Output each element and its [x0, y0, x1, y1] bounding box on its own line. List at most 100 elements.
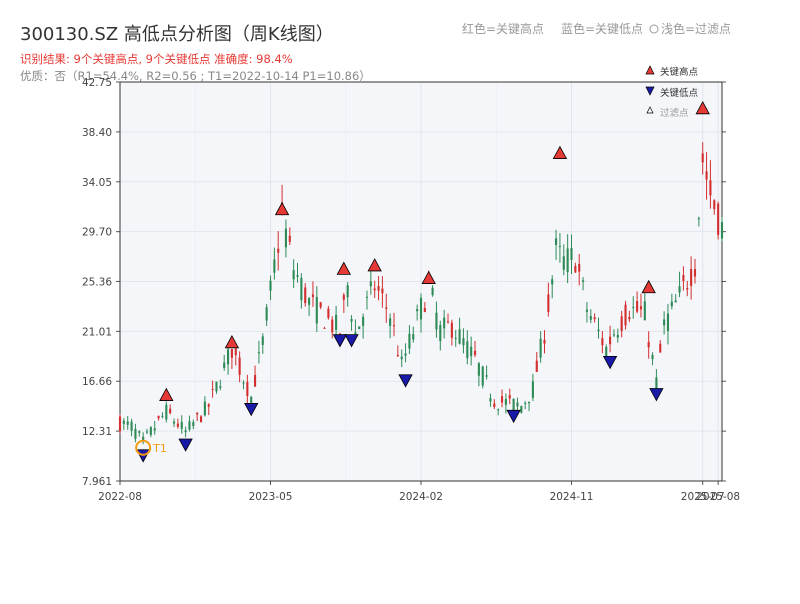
candle-body [142, 436, 145, 441]
x-tick-label: 2024-11 [550, 491, 594, 503]
candle-body [365, 296, 369, 298]
candle-body [223, 362, 226, 369]
candle-body [582, 280, 585, 282]
candle-up [118, 414, 122, 433]
candle-body [609, 336, 612, 345]
candle-up [624, 300, 627, 330]
candle-body [296, 275, 299, 277]
y-tick-label: 7.961 [82, 476, 112, 488]
candle-body [400, 356, 403, 360]
candle-body [396, 354, 399, 356]
candle-body [535, 360, 538, 372]
candle-body [165, 404, 168, 420]
candle-body [489, 398, 492, 402]
candle-body [500, 396, 504, 403]
candle-body [358, 326, 361, 330]
candle-body [238, 357, 241, 375]
candle-body [605, 346, 608, 357]
candle-body [277, 248, 280, 253]
candle-body [443, 317, 446, 329]
candle-body [643, 301, 646, 321]
candle-body [315, 296, 318, 324]
candle-body [346, 285, 349, 298]
candle-body [234, 348, 237, 356]
x-tick-label: 2022-08 [98, 491, 142, 503]
candle-body [304, 287, 307, 304]
candle-body [265, 307, 268, 321]
candle-body [153, 428, 156, 431]
candle-body [126, 421, 129, 425]
candle-body [481, 366, 484, 386]
candle-body [412, 334, 415, 340]
candle-body [717, 203, 720, 235]
candle-body [389, 318, 392, 326]
candle-body [157, 415, 160, 419]
candle-body [524, 402, 527, 404]
candle-body [693, 269, 697, 277]
candle-body [354, 332, 357, 335]
candle-body [589, 316, 592, 320]
candle-body [578, 264, 581, 272]
candle-body [682, 275, 685, 281]
candle-body [659, 343, 662, 353]
candle-body [435, 312, 438, 330]
candle-body [199, 416, 203, 422]
candle-body [466, 341, 469, 359]
candle-body [670, 301, 673, 307]
candle-body [462, 338, 465, 346]
y-tick-label: 42.75 [82, 77, 112, 89]
candle-body [392, 325, 396, 327]
candle-body [632, 306, 635, 308]
candle-body [477, 363, 480, 376]
candle-body [323, 327, 326, 329]
candle-body [423, 307, 426, 312]
candle-down [520, 405, 523, 414]
candle-body [377, 286, 380, 291]
candle-body [458, 329, 461, 344]
candle-body [319, 302, 322, 308]
candle-body [485, 375, 488, 377]
candle-body [350, 319, 353, 322]
candle-body [130, 421, 133, 431]
candle-body [705, 171, 708, 180]
candle-body [585, 309, 588, 312]
candle-body [551, 279, 554, 285]
candle-body [636, 301, 639, 312]
candle-body [701, 153, 704, 163]
candle-body [196, 412, 199, 415]
candle-body [473, 350, 477, 355]
candle-body [508, 395, 511, 399]
candle-body [404, 353, 407, 356]
candle-body [211, 389, 214, 391]
candle-body [713, 200, 716, 210]
candle-body [666, 313, 670, 332]
candle-body [450, 322, 453, 338]
candle-body [203, 401, 206, 416]
candle-body [686, 287, 689, 290]
candle-body [381, 288, 384, 294]
candle-body [254, 374, 257, 387]
candle-body [651, 355, 654, 360]
candle-body [419, 297, 423, 320]
y-tick-label: 29.70 [82, 227, 112, 239]
candle-body [612, 334, 616, 336]
candle-body [188, 421, 191, 430]
candle-body [470, 346, 473, 357]
candle-body [273, 259, 276, 273]
y-tick-label: 34.05 [82, 177, 112, 189]
x-tick-label: 2023-05 [249, 491, 293, 503]
plot-area: 7.961 12.31 16.66 21.01 25.36 29.70 34.05 38.40… [82, 77, 740, 503]
candle-body [690, 269, 693, 286]
candle-body [342, 295, 345, 300]
t1-label: T1 [152, 442, 167, 455]
candle-body [219, 386, 222, 388]
candle-body [369, 281, 372, 287]
legend-high-label: 关键高点 [660, 66, 699, 78]
candle-body [215, 381, 218, 392]
candle-body [597, 329, 600, 332]
candle-body [431, 287, 434, 296]
candle-body [628, 316, 631, 320]
candle-body [230, 348, 233, 358]
header-legend-high: 红色=关键高点 [462, 21, 544, 36]
candle-body [504, 399, 507, 405]
